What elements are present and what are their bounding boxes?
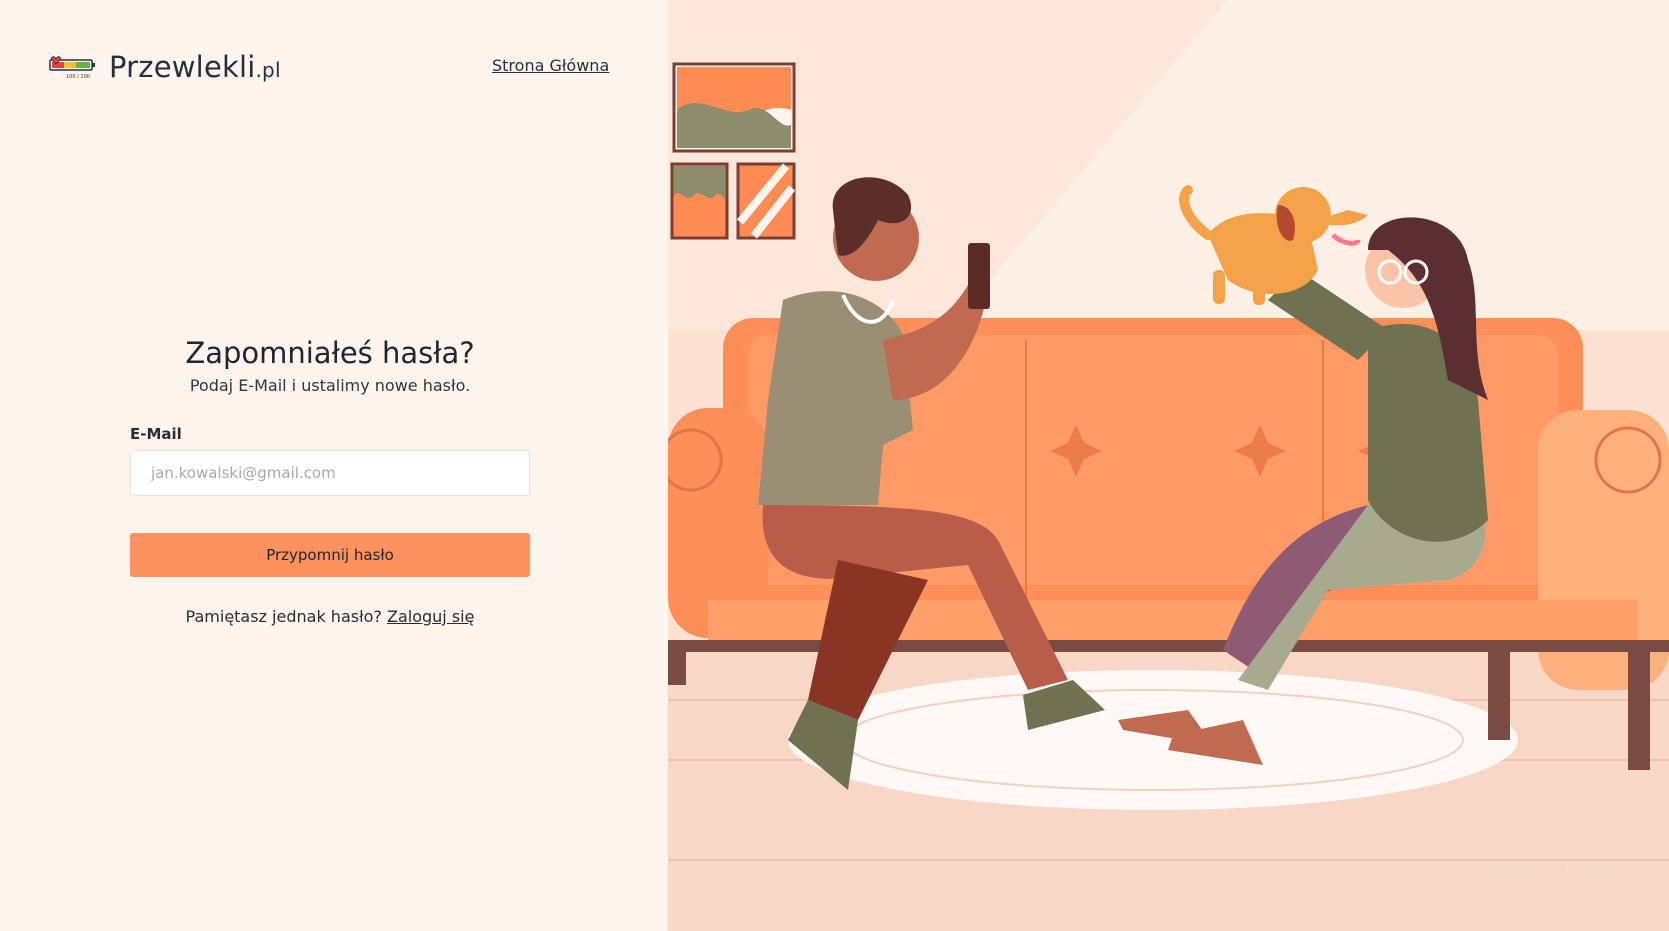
brand-name: Przewlekli.pl (109, 50, 281, 84)
page-title: Zapomniałeś hasła? (185, 336, 475, 370)
page-subtitle: Podaj E-Mail i ustalimy nowe hasło. (189, 376, 471, 395)
living-room-illustration (668, 0, 1669, 931)
reset-password-form: Zapomniałeś hasła? Podaj E-Mail i ustali… (130, 336, 530, 626)
wall-frames (670, 62, 796, 240)
battery-heart-icon: 100 / 100 (49, 54, 97, 80)
remember-prompt: Pamiętasz jednak hasło? Zaloguj się (185, 607, 475, 626)
home-link[interactable]: Strona Główna (492, 56, 609, 75)
brand-logo[interactable]: 100 / 100 Przewlekli.pl (49, 50, 281, 84)
illustration-credit: Ilustracja z Freepik (1478, 863, 1619, 881)
login-link[interactable]: Zaloguj się (387, 607, 474, 626)
form-panel: 100 / 100 Przewlekli.pl Strona Główna Za… (0, 0, 668, 931)
illustration-panel: Ilustracja z Freepik (668, 0, 1669, 931)
remind-password-button[interactable]: Przypomnij hasło (130, 533, 530, 577)
email-label: E-Mail (130, 425, 182, 443)
badge-text: 100 / 100 (66, 74, 90, 80)
email-input[interactable] (130, 450, 530, 496)
